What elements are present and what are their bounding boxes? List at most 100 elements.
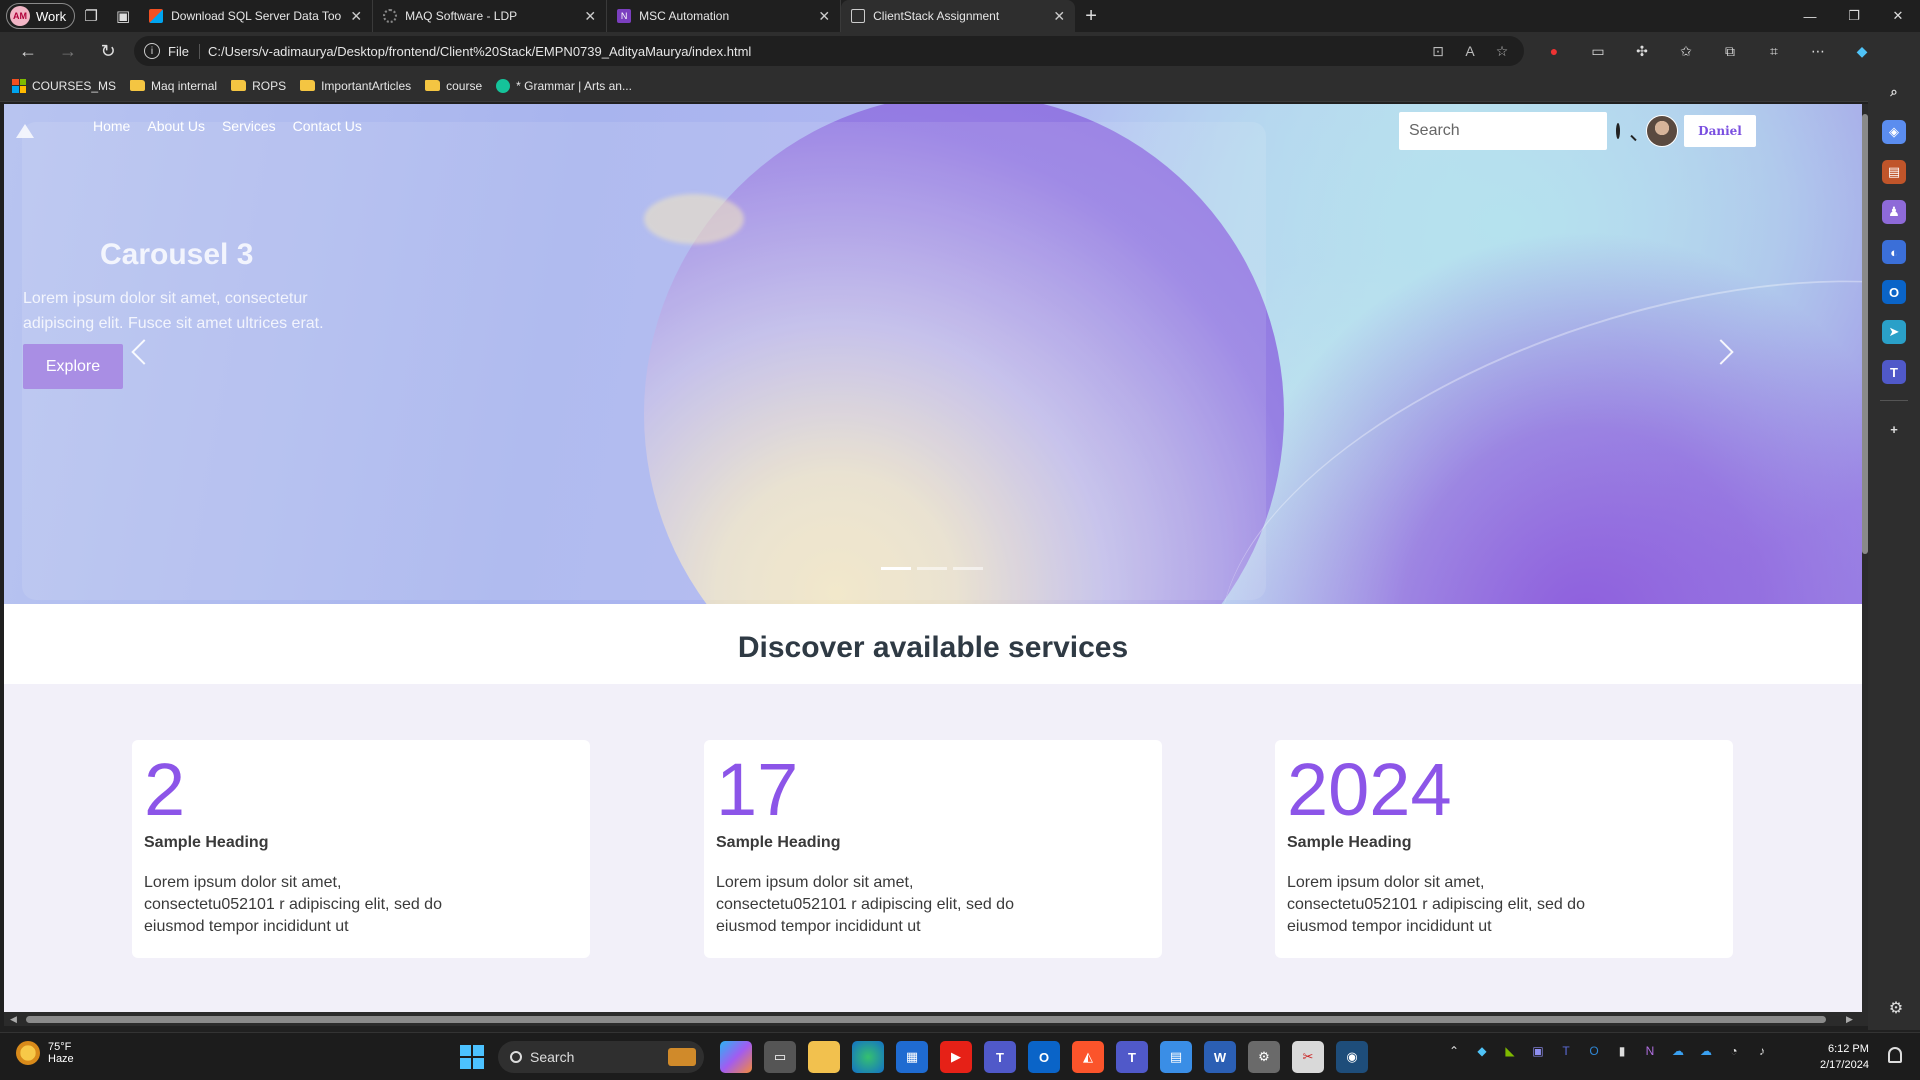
brave-icon[interactable]: ◭ xyxy=(1072,1041,1104,1073)
collections-icon[interactable]: ⧉ xyxy=(1708,36,1752,66)
bookmark-courses[interactable]: COURSES_MS xyxy=(12,78,116,93)
bookmark-important-articles[interactable]: ImportantArticles xyxy=(300,79,411,93)
bookmark-course[interactable]: course xyxy=(425,79,482,93)
favorites-icon[interactable]: ✩ xyxy=(1664,36,1708,66)
sidebar-settings-icon[interactable]: ⚙ xyxy=(1884,998,1908,1022)
nav-home-link[interactable]: Home xyxy=(93,118,130,134)
favorite-star-icon[interactable]: ☆ xyxy=(1490,43,1514,60)
info-icon[interactable]: i xyxy=(144,43,160,59)
outlook-icon[interactable]: O xyxy=(1882,280,1906,304)
sidebar-search-icon[interactable]: ⌕ xyxy=(1882,80,1906,104)
workspaces-icon[interactable]: ❐ xyxy=(75,0,107,32)
tab-maq-ldp[interactable]: MAQ Software - LDP ✕ xyxy=(373,0,608,32)
youtube-icon[interactable]: ▶ xyxy=(940,1041,972,1073)
tray-onedrive-icon[interactable]: ☁ xyxy=(1668,1041,1688,1061)
bookmark-rops[interactable]: ROPS xyxy=(231,79,286,93)
task-view-icon[interactable]: ▭ xyxy=(764,1041,796,1073)
vertical-scroll-thumb[interactable] xyxy=(1862,114,1868,554)
wifi-icon[interactable]: ◔ xyxy=(1724,1041,1744,1061)
weather-widget[interactable]: 75°F Haze xyxy=(16,1041,74,1065)
url-text[interactable]: C:/Users/v-adimaurya/Desktop/frontend/Cl… xyxy=(208,44,1418,59)
tray-teams-icon[interactable]: ▣ xyxy=(1528,1041,1548,1061)
carousel-next-icon[interactable] xyxy=(1706,332,1736,372)
tray-overflow-icon[interactable]: ⌃ xyxy=(1444,1041,1464,1061)
split-screen-icon[interactable]: ▭ xyxy=(1576,36,1620,66)
carousel-indicator[interactable] xyxy=(881,567,911,570)
tray-teams2-icon[interactable]: T xyxy=(1556,1041,1576,1061)
restore-icon[interactable]: ❐ xyxy=(1832,0,1876,32)
extensions-icon[interactable]: ✣ xyxy=(1620,36,1664,66)
more-menu-icon[interactable]: ⋯ xyxy=(1796,36,1840,66)
tray-onedrive2-icon[interactable]: ☁ xyxy=(1696,1041,1716,1061)
tab-msc-automation[interactable]: N MSC Automation ✕ xyxy=(607,0,842,32)
close-tab-icon[interactable]: ✕ xyxy=(350,8,362,25)
tab-clientstack[interactable]: ClientStack Assignment ✕ xyxy=(841,0,1076,32)
games-icon[interactable]: ♟ xyxy=(1882,200,1906,224)
taskbar-search[interactable]: Search xyxy=(498,1041,704,1073)
address-field[interactable]: i File C:/Users/v-adimaurya/Desktop/fron… xyxy=(134,36,1524,66)
word-icon[interactable]: W xyxy=(1204,1041,1236,1073)
carousel-prev-icon[interactable] xyxy=(129,332,159,372)
tray-vpn-icon[interactable]: ◆ xyxy=(1472,1041,1492,1061)
teams-new-icon[interactable]: T xyxy=(1116,1041,1148,1073)
app-available-icon[interactable]: ⊡ xyxy=(1426,43,1450,60)
forward-icon[interactable]: → xyxy=(48,33,88,69)
tray-usb-icon[interactable]: ▮ xyxy=(1612,1041,1632,1061)
teams-icon[interactable]: T xyxy=(1882,360,1906,384)
nav-about-link[interactable]: About Us xyxy=(147,118,205,134)
tools-briefcase-icon[interactable]: ▤ xyxy=(1882,160,1906,184)
close-tab-icon[interactable]: ✕ xyxy=(818,8,830,25)
horizontal-scrollbar[interactable]: ◀ ▶ xyxy=(4,1012,1868,1026)
new-tab-button[interactable]: + xyxy=(1075,0,1107,32)
user-name-button[interactable]: Daniel xyxy=(1684,115,1756,147)
notification-bell-icon[interactable] xyxy=(1888,1047,1902,1063)
volume-icon[interactable]: ♪ xyxy=(1752,1041,1772,1061)
back-icon[interactable]: ← xyxy=(8,33,48,69)
close-tab-icon[interactable]: ✕ xyxy=(584,8,596,25)
screenshot-icon[interactable]: ⌗ xyxy=(1752,36,1796,66)
outlook-app-icon[interactable]: O xyxy=(1028,1041,1060,1073)
file-explorer-icon[interactable] xyxy=(808,1041,840,1073)
close-tab-icon[interactable]: ✕ xyxy=(1053,8,1065,25)
vertical-scrollbar[interactable] xyxy=(1862,104,1868,1012)
tab-sql-tools[interactable]: Download SQL Server Data Tools ✕ xyxy=(139,0,374,32)
copilot-app-icon[interactable] xyxy=(720,1041,752,1073)
carousel-indicator[interactable] xyxy=(953,567,983,570)
tray-nvidia-icon[interactable]: ◣ xyxy=(1500,1041,1520,1061)
drop-icon[interactable]: ➤ xyxy=(1882,320,1906,344)
search-input[interactable] xyxy=(1409,122,1616,140)
nav-contact-link[interactable]: Contact Us xyxy=(293,118,362,134)
horizontal-scroll-thumb[interactable] xyxy=(26,1016,1826,1023)
add-sidebar-app-icon[interactable]: + xyxy=(1882,417,1906,441)
scroll-right-icon[interactable]: ▶ xyxy=(1846,1012,1853,1026)
search-icon[interactable] xyxy=(1616,123,1620,139)
teams-app-icon[interactable]: T xyxy=(984,1041,1016,1073)
store-icon[interactable]: ▦ xyxy=(896,1041,928,1073)
microsoft-365-icon[interactable]: ◐ xyxy=(1882,240,1906,264)
shopping-tag-icon[interactable]: ◈ xyxy=(1882,120,1906,144)
refresh-icon[interactable]: ↻ xyxy=(88,33,128,69)
notepad-icon[interactable]: ▤ xyxy=(1160,1041,1192,1073)
taskbar-clock[interactable]: 6:12 PM 2/17/2024 xyxy=(1820,1041,1869,1073)
close-window-icon[interactable]: ✕ xyxy=(1876,0,1920,32)
extension-red-icon[interactable]: ● xyxy=(1532,36,1576,66)
edge-app-icon[interactable] xyxy=(852,1041,884,1073)
snipping-tool-icon[interactable]: ✂ xyxy=(1292,1041,1324,1073)
scroll-left-icon[interactable]: ◀ xyxy=(10,1012,17,1026)
nav-services-link[interactable]: Services xyxy=(222,118,276,134)
read-aloud-icon[interactable]: A xyxy=(1458,43,1482,59)
logo-triangle-icon[interactable] xyxy=(16,124,34,138)
bookmark-maq-internal[interactable]: Maq internal xyxy=(130,79,217,93)
minimize-icon[interactable]: — xyxy=(1788,0,1832,32)
settings-app-icon[interactable]: ⚙ xyxy=(1248,1041,1280,1073)
windows-start-icon[interactable] xyxy=(460,1045,484,1069)
copilot-icon[interactable]: ◆ xyxy=(1840,36,1884,66)
explore-button[interactable]: Explore xyxy=(23,344,123,389)
carousel-indicator[interactable] xyxy=(917,567,947,570)
tray-outlook-icon[interactable]: O xyxy=(1584,1041,1604,1061)
profile-button[interactable]: AM Work xyxy=(6,3,76,29)
bookmark-grammar[interactable]: * Grammar | Arts an... xyxy=(496,78,632,93)
tab-actions-icon[interactable]: ▣ xyxy=(107,0,139,32)
tray-onenote-icon[interactable]: N xyxy=(1640,1041,1660,1061)
user-avatar[interactable] xyxy=(1646,115,1678,147)
